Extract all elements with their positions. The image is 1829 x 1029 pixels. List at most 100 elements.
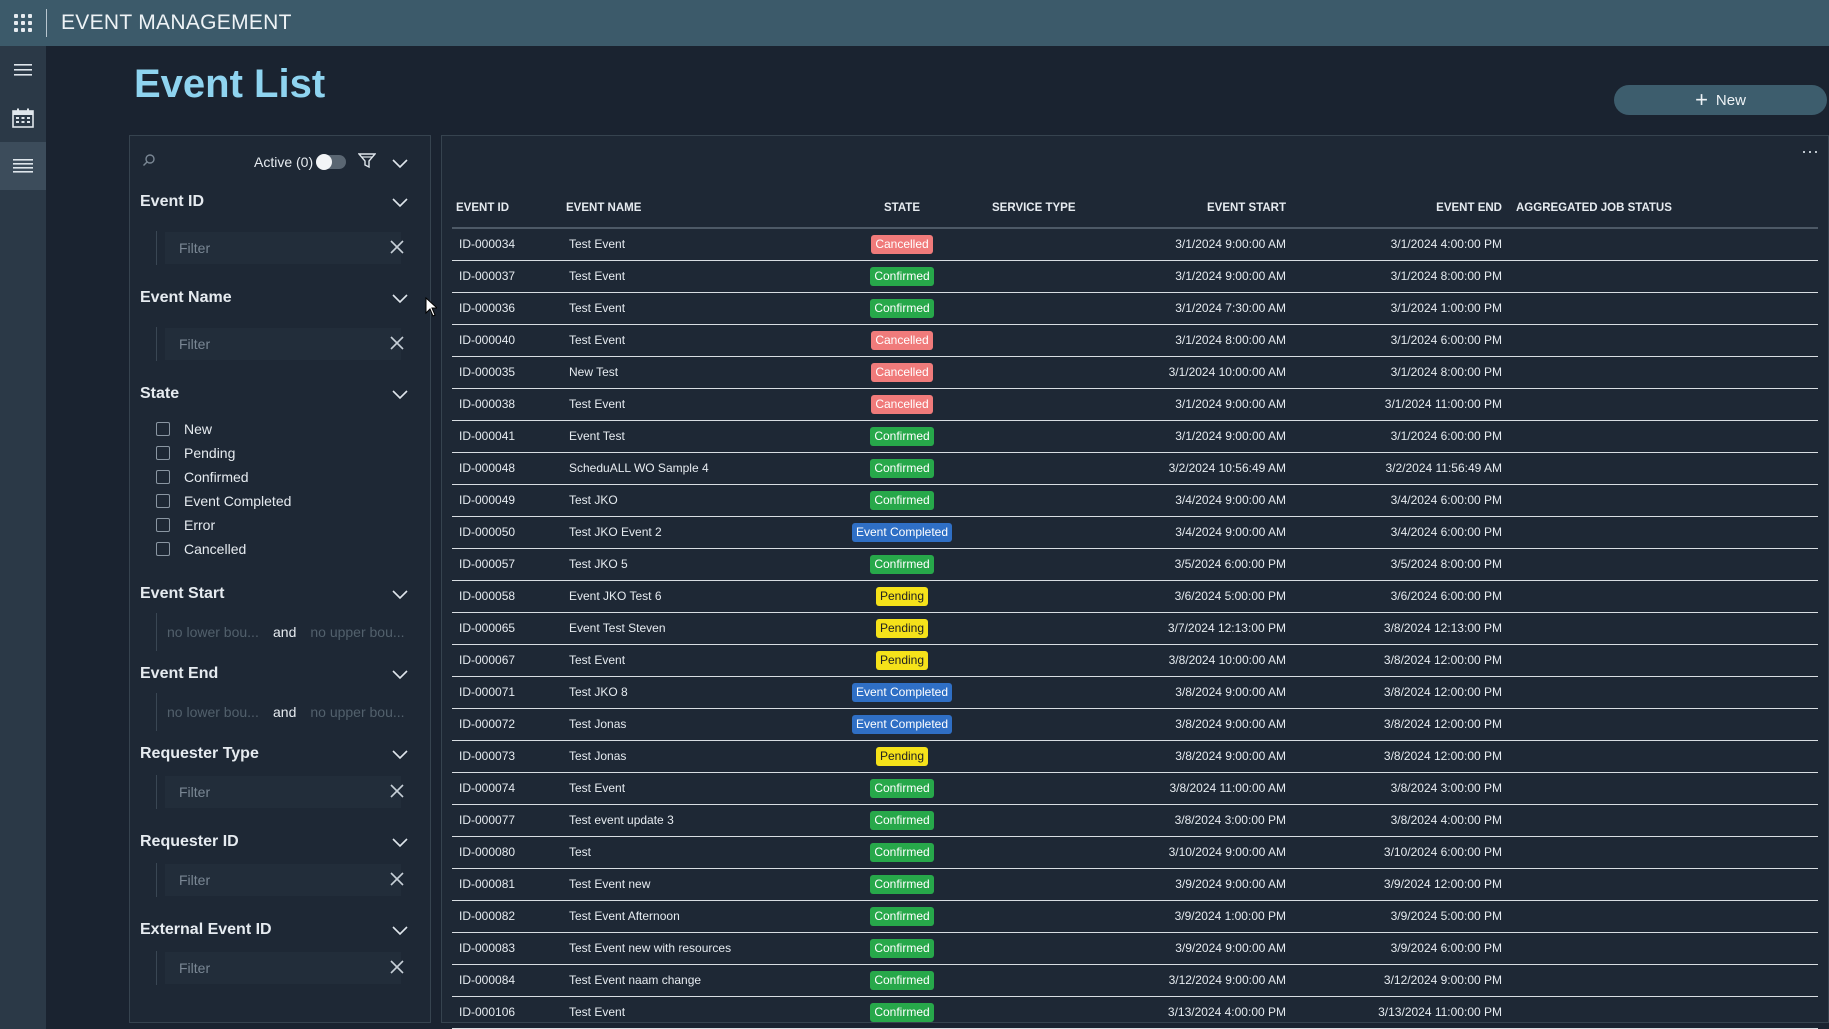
cell-event-start: 3/1/2024 9:00:00 AM <box>1112 228 1290 261</box>
event-end-lower-input[interactable]: no lower bou... <box>167 704 267 720</box>
checkbox[interactable] <box>156 518 170 532</box>
filter-event-end: Event End no lower bou... and no upper b… <box>130 661 430 731</box>
cell-event-end: 3/5/2024 8:00:00 PM <box>1290 548 1506 581</box>
table-row[interactable]: ID-000081 Test Event new Confirmed 3/9/2024… <box>452 868 1818 901</box>
cell-event-id: ID-000106 <box>452 996 562 1029</box>
chevron-down-icon[interactable] <box>392 923 408 941</box>
status-badge: Pending <box>875 586 929 606</box>
calendar-icon[interactable] <box>0 94 46 142</box>
table-row[interactable]: ID-000073 Test Jonas Pending 3/8/2024 9:00:… <box>452 740 1818 773</box>
cell-event-end: 3/1/2024 6:00:00 PM <box>1290 324 1506 357</box>
table-row[interactable]: ID-000037 Test Event Confirmed 3/1/2024 9:0… <box>452 260 1818 293</box>
column-header-event-id[interactable]: EVENT ID <box>452 188 562 229</box>
new-event-button[interactable]: + New <box>1614 85 1827 115</box>
chevron-down-icon[interactable] <box>392 835 408 853</box>
state-option[interactable]: Pending <box>156 441 430 465</box>
clear-icon[interactable] <box>390 336 404 355</box>
table-row[interactable]: ID-000083 Test Event new with resources Co… <box>452 932 1818 965</box>
state-option[interactable]: Confirmed <box>156 465 430 489</box>
status-badge: Confirmed <box>870 874 934 894</box>
table-row[interactable]: ID-000080 Test Confirmed 3/10/2024 9:00:00 … <box>452 836 1818 869</box>
table-row[interactable]: ID-000074 Test Event Confirmed 3/8/2024 11:… <box>452 772 1818 805</box>
cell-state: Confirmed <box>832 452 972 485</box>
checkbox[interactable] <box>156 494 170 508</box>
table-row[interactable]: ID-000067 Test Event Pending 3/8/2024 10:00… <box>452 644 1818 677</box>
table-row[interactable]: ID-000084 Test Event naam change Confirmed… <box>452 964 1818 997</box>
checkbox[interactable] <box>156 446 170 460</box>
chevron-down-icon[interactable] <box>392 195 408 213</box>
table-row[interactable]: ID-000065 Event Test Steven Pending 3/7/202… <box>452 612 1818 645</box>
checkbox[interactable] <box>156 422 170 436</box>
cell-service-type <box>972 548 1112 581</box>
cell-service-type <box>972 388 1112 421</box>
cell-event-id: ID-000067 <box>452 644 562 677</box>
requester-type-filter-input[interactable]: Filter <box>165 776 401 808</box>
cell-aggregated-job-status <box>1506 772 1818 805</box>
event-start-lower-input[interactable]: no lower bou... <box>167 624 267 640</box>
cell-event-end: 3/8/2024 12:00:00 PM <box>1290 740 1506 773</box>
column-header-event-name[interactable]: EVENT NAME <box>562 188 832 229</box>
clear-icon[interactable] <box>390 872 404 891</box>
cell-event-id: ID-000072 <box>452 708 562 741</box>
apps-grid-icon[interactable] <box>0 0 46 46</box>
cell-aggregated-job-status <box>1506 964 1818 997</box>
column-header-event-end[interactable]: EVENT END <box>1290 188 1506 229</box>
table-row[interactable]: ID-000036 Test Event Confirmed 3/1/2024 7:3… <box>452 292 1818 325</box>
cell-event-name: Test Event <box>562 996 832 1029</box>
event-name-filter-input[interactable]: Filter <box>165 328 401 360</box>
table-row[interactable]: ID-000058 Event JKO Test 6 Pending 3/6/2024… <box>452 580 1818 613</box>
column-header-aggregated-job-status[interactable]: AGGREGATED JOB STATUS <box>1506 188 1818 229</box>
table-row[interactable]: ID-000049 Test JKO Confirmed 3/4/2024 9:00:… <box>452 484 1818 517</box>
table-row[interactable]: ID-000072 Test Jonas Event Completed 3/8/20… <box>452 708 1818 741</box>
checkbox[interactable] <box>156 542 170 556</box>
event-table: EVENT ID EVENT NAME STATE SERVICE TYPE E… <box>452 188 1818 1029</box>
chevron-down-icon[interactable] <box>392 747 408 765</box>
external-event-id-filter-input[interactable]: Filter <box>165 952 401 984</box>
table-row[interactable]: ID-000071 Test JKO 8 Event Completed 3/8/20… <box>452 676 1818 709</box>
table-row[interactable]: ID-000082 Test Event Afternoon Confirmed 3/… <box>452 900 1818 933</box>
chevron-down-icon[interactable] <box>392 291 408 309</box>
filter-label-event-start: Event Start <box>140 585 225 602</box>
state-option[interactable]: Error <box>156 513 430 537</box>
state-option[interactable]: Event Completed <box>156 489 430 513</box>
table-row[interactable]: ID-000040 Test Event Cancelled 3/1/2024 8:0… <box>452 324 1818 357</box>
search-icon[interactable] <box>142 153 162 172</box>
table-row[interactable]: ID-000041 Event Test Confirmed 3/1/2024 9:0… <box>452 420 1818 453</box>
clear-icon[interactable] <box>390 240 404 259</box>
cell-event-name: Test Event naam change <box>562 964 832 997</box>
table-row[interactable]: ID-000035 New Test Cancelled 3/1/2024 10:00… <box>452 356 1818 389</box>
clear-icon[interactable] <box>390 784 404 803</box>
active-toggle[interactable] <box>316 154 346 170</box>
list-icon[interactable] <box>0 142 46 190</box>
table-row[interactable]: ID-000034 Test Event Cancelled 3/1/2024 9:0… <box>452 228 1818 261</box>
chevron-down-icon[interactable] <box>392 667 408 685</box>
checkbox[interactable] <box>156 470 170 484</box>
more-dots-icon[interactable]: ⋯ <box>1801 142 1820 163</box>
column-header-state[interactable]: STATE <box>832 188 972 229</box>
table-row[interactable]: ID-000048 ScheduALL WO Sample 4 Confirmed 3… <box>452 452 1818 485</box>
app-title: EVENT MANAGEMENT <box>61 11 292 34</box>
event-end-upper-input[interactable]: no upper bou... <box>310 704 410 720</box>
table-row[interactable]: ID-000057 Test JKO 5 Confirmed 3/5/2024 6:0… <box>452 548 1818 581</box>
cell-event-end: 3/9/2024 6:00:00 PM <box>1290 932 1506 965</box>
column-header-event-start[interactable]: EVENT START <box>1112 188 1290 229</box>
table-row[interactable]: ID-000038 Test Event Cancelled 3/1/2024 9:0… <box>452 388 1818 421</box>
table-row[interactable]: ID-000077 Test event update 3 Confirmed 3/8… <box>452 804 1818 837</box>
requester-id-filter-input[interactable]: Filter <box>165 864 401 896</box>
chevron-down-icon[interactable] <box>392 587 408 605</box>
cell-event-start: 3/9/2024 1:00:00 PM <box>1112 900 1290 933</box>
event-id-filter-input[interactable]: Filter <box>165 232 401 264</box>
state-option[interactable]: Cancelled <box>156 537 430 561</box>
collapse-all-chevron-icon[interactable] <box>392 156 408 174</box>
event-start-upper-input[interactable]: no upper bou... <box>310 624 410 640</box>
event-table-panel: ⋯ EVENT ID EVENT NAME STATE SERVICE TYPE… <box>441 135 1829 1029</box>
hamburger-menu-icon[interactable] <box>0 46 46 94</box>
clear-icon[interactable] <box>390 960 404 979</box>
state-option[interactable]: New <box>156 417 430 441</box>
table-row[interactable]: ID-000050 Test JKO Event 2 Event Completed… <box>452 516 1818 549</box>
table-row[interactable]: ID-000106 Test Event Confirmed 3/13/2024 4:… <box>452 996 1818 1029</box>
chevron-down-icon[interactable] <box>392 387 408 405</box>
active-filters-label: Active (0) <box>254 154 314 170</box>
column-header-service-type[interactable]: SERVICE TYPE <box>972 188 1112 229</box>
funnel-filter-icon[interactable] <box>357 153 377 174</box>
